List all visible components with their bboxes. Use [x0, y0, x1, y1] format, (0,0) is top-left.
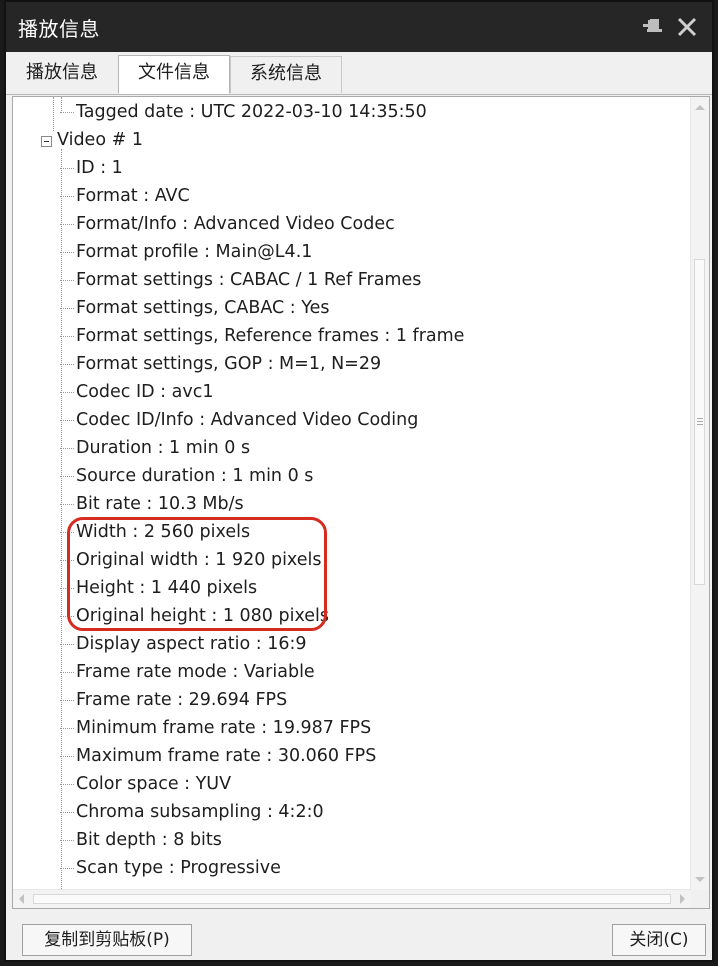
tree-connector [53, 97, 54, 131]
close-icon[interactable] [674, 14, 700, 40]
tree-connector [60, 504, 74, 506]
tree-connector [60, 476, 74, 478]
tree-connector [60, 364, 74, 366]
tree-leaf: Format profile : Main@L4.1 [76, 242, 313, 262]
tree-connector [60, 812, 74, 814]
grip-icon [697, 421, 703, 422]
window-title: 播放信息 [18, 17, 100, 41]
horizontal-scroll-thumb[interactable] [33, 894, 671, 904]
annotation-highlight [67, 517, 327, 631]
tree-connector [60, 700, 74, 702]
tree-connector [61, 149, 62, 889]
close-button[interactable]: 关闭(C) [612, 924, 706, 956]
tree-leaf: Scan type : Progressive [76, 858, 281, 878]
copy-to-clipboard-button[interactable]: 复制到剪贴板(P) [22, 924, 192, 956]
tree-connector [60, 644, 74, 646]
scroll-up-icon[interactable] [695, 105, 705, 110]
tree-connector [60, 196, 74, 198]
tree-leaf: Format : AVC [76, 186, 190, 206]
tab-playback-info[interactable]: 播放信息 [10, 56, 114, 93]
tab-system-info[interactable]: 系统信息 [230, 56, 342, 93]
tree-leaf: Codec ID/Info : Advanced Video Coding [76, 410, 419, 430]
tree-connector [60, 672, 74, 674]
scroll-corner [691, 890, 709, 908]
tree-leaf: Format settings : CABAC / 1 Ref Frames [76, 270, 422, 290]
tree-leaf: Frame rate mode : Variable [76, 662, 315, 682]
tree-leaf: Minimum frame rate : 19.987 FPS [76, 718, 372, 738]
tree-leaf: Maximum frame rate : 30.060 FPS [76, 746, 377, 766]
tree-leaf: Chroma subsampling : 4:2:0 [76, 802, 324, 822]
title-bar[interactable]: 播放信息 [6, 2, 712, 52]
tree-connector [60, 784, 74, 786]
tree-leaf: Color space : YUV [76, 774, 232, 794]
collapse-toggle-icon[interactable] [41, 136, 52, 147]
tree-connector [60, 252, 74, 254]
grip-icon [697, 418, 703, 419]
tree-connector [60, 868, 74, 870]
tree-connector [60, 728, 74, 730]
tree-leaf: Source duration : 1 min 0 s [76, 466, 314, 486]
tree-leaf: Format settings, CABAC : Yes [76, 298, 330, 318]
tree-leaf: ID : 1 [76, 158, 123, 178]
tree-leaf: Frame rate : 29.694 FPS [76, 690, 288, 710]
media-info-window: 播放信息 播放信息 文件信息 系统信息 Tagged date: UTC 20… [4, 0, 714, 962]
tree-section-video[interactable]: Video # 1 [57, 126, 143, 154]
tree-connector [60, 168, 74, 170]
tree-connector [60, 756, 74, 758]
tree-connector [60, 224, 74, 226]
tree-leaf: Tagged date : UTC 2022-03-10 14:35:50 [76, 102, 427, 122]
tree-leaf: Display aspect ratio : 16:9 [76, 634, 307, 654]
tree-connector [60, 420, 74, 422]
tree-connector [60, 280, 74, 282]
scroll-left-icon[interactable] [19, 894, 24, 904]
tree-connector [60, 112, 74, 114]
scroll-right-icon[interactable] [680, 894, 685, 904]
tree-leaf: Codec ID : avc1 [76, 382, 214, 402]
scroll-down-icon[interactable] [695, 877, 705, 882]
tree-leaf: Format settings, GOP : M=1, N=29 [76, 354, 382, 374]
pin-icon[interactable] [640, 14, 666, 40]
tab-bar: 播放信息 文件信息 系统信息 [6, 52, 712, 95]
tree-connector [60, 840, 74, 842]
vertical-scrollbar[interactable] [690, 97, 709, 890]
tree-connector [60, 336, 74, 338]
tab-file-info[interactable]: 文件信息 [118, 55, 230, 94]
info-tree: Tagged date : UTC 2022-03-10 14:35:50 Vi… [13, 97, 691, 890]
tree-leaf: Bit rate : 10.3 Mb/s [76, 494, 244, 514]
tree-connector [60, 392, 74, 394]
vertical-scroll-thumb[interactable] [694, 259, 705, 585]
tree-leaf: Bit depth : 8 bits [76, 830, 222, 850]
grip-icon [697, 424, 703, 425]
info-tree-panel[interactable]: Tagged date : UTC 2022-03-10 14:35:50 Vi… [12, 96, 710, 909]
tree-leaf: Format settings, Reference frames : 1 fr… [76, 326, 465, 346]
tree-connector [61, 97, 62, 111]
tree-leaf: Format/Info : Advanced Video Codec [76, 214, 395, 234]
tree-connector [60, 308, 74, 310]
tree-connector [60, 448, 74, 450]
tree-leaf: Duration : 1 min 0 s [76, 438, 251, 458]
horizontal-scrollbar[interactable] [13, 889, 691, 908]
